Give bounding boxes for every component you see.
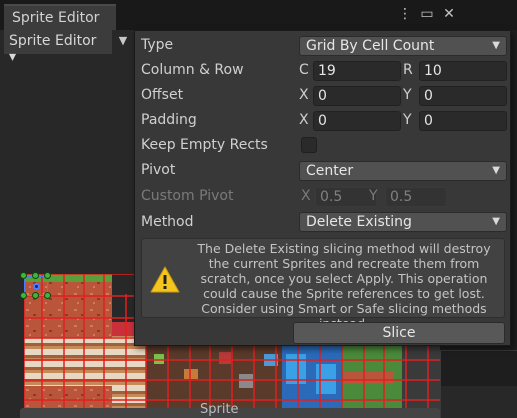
maximize-icon[interactable]: ▭ bbox=[419, 6, 435, 22]
warning-helpbox: The Delete Existing slicing method will … bbox=[141, 238, 505, 331]
pivot-label: Pivot bbox=[141, 162, 176, 178]
padding-x-field[interactable]: 0 bbox=[313, 111, 401, 131]
resize-handle[interactable] bbox=[44, 272, 51, 279]
padding-x-prefix: X bbox=[299, 112, 309, 128]
slice-button[interactable]: Slice bbox=[293, 322, 505, 344]
more-options-icon[interactable]: ⋮ bbox=[397, 6, 413, 22]
resize-handle[interactable] bbox=[32, 292, 39, 299]
resize-handle[interactable] bbox=[20, 272, 27, 279]
slice-settings-popup: Type Grid By Cell Count ▼ Column & Row C… bbox=[134, 30, 511, 346]
window-tabstrip: Sprite Editor ⋮ ▭ ✕ bbox=[0, 0, 517, 30]
custom-pivot-y-field: 0.5 bbox=[385, 187, 447, 207]
pivot-handle[interactable] bbox=[33, 283, 40, 290]
resize-handle[interactable] bbox=[32, 272, 39, 279]
type-row: Type Grid By Cell Count ▼ bbox=[141, 35, 507, 57]
custom-pivot-x-prefix: X bbox=[301, 188, 311, 204]
tab-sprite-editor[interactable]: Sprite Editor bbox=[4, 4, 116, 30]
pivot-row: Pivot Center ▼ bbox=[141, 160, 507, 182]
type-dropdown[interactable]: Grid By Cell Count ▼ bbox=[299, 36, 507, 56]
offset-y-prefix: Y bbox=[403, 87, 412, 103]
type-dropdown-value: Grid By Cell Count bbox=[306, 38, 435, 54]
chevron-down-icon: ▼ bbox=[492, 165, 500, 176]
keep-empty-rects-label: Keep Empty Rects bbox=[141, 137, 268, 153]
chevron-down-icon: ▼ bbox=[492, 216, 500, 227]
pivot-dropdown[interactable]: Center ▼ bbox=[299, 161, 507, 181]
method-row: Method Delete Existing ▼ bbox=[141, 212, 507, 234]
padding-y-prefix: Y bbox=[403, 112, 412, 128]
custom-pivot-x-field: 0.5 bbox=[315, 187, 377, 207]
column-prefix: C bbox=[299, 62, 309, 78]
sprite-inspector-tab[interactable]: Sprite bbox=[20, 402, 440, 418]
offset-label: Offset bbox=[141, 87, 184, 103]
pivot-dropdown-value: Center bbox=[306, 163, 354, 179]
offset-row: Offset X 0 Y 0 bbox=[141, 85, 507, 107]
offset-x-prefix: X bbox=[299, 87, 309, 103]
offset-y-field[interactable]: 0 bbox=[419, 86, 507, 106]
type-label: Type bbox=[141, 37, 174, 53]
close-icon[interactable]: ✕ bbox=[441, 6, 457, 22]
custom-pivot-y-prefix: Y bbox=[369, 188, 378, 204]
offset-x-field[interactable]: 0 bbox=[313, 86, 401, 106]
keep-empty-row: Keep Empty Rects bbox=[141, 135, 506, 157]
resize-handle[interactable] bbox=[20, 292, 27, 299]
method-dropdown[interactable]: Delete Existing ▼ bbox=[299, 212, 507, 232]
method-label: Method bbox=[141, 214, 194, 230]
column-count-field[interactable]: 19 bbox=[313, 61, 401, 81]
custom-pivot-label: Custom Pivot bbox=[141, 188, 234, 204]
divider bbox=[440, 350, 441, 418]
resize-handle[interactable] bbox=[44, 292, 51, 299]
row-count-field[interactable]: 10 bbox=[419, 61, 507, 81]
custom-pivot-row: Custom Pivot X 0.5 Y 0.5 bbox=[141, 186, 506, 208]
padding-row: Padding X 0 Y 0 bbox=[141, 110, 507, 132]
column-row-label: Column & Row bbox=[141, 62, 244, 78]
divider bbox=[440, 350, 517, 351]
warning-icon bbox=[150, 266, 180, 293]
row-prefix: R bbox=[403, 62, 413, 78]
column-row-row: Column & Row C 19 R 10 bbox=[141, 60, 507, 82]
chevron-down-icon: ▼ bbox=[492, 40, 500, 51]
padding-label: Padding bbox=[141, 112, 197, 128]
padding-y-field[interactable]: 0 bbox=[419, 111, 507, 131]
warning-text: The Delete Existing slicing method will … bbox=[197, 241, 491, 331]
chevron-down-icon[interactable]: ▼ bbox=[114, 30, 132, 52]
sprite-tab-label: Sprite bbox=[200, 402, 239, 417]
method-dropdown-value: Delete Existing bbox=[306, 214, 412, 230]
sprite-editor-mode-dropdown[interactable]: Sprite Editor ▾ bbox=[4, 30, 112, 65]
keep-empty-rects-checkbox[interactable] bbox=[301, 137, 317, 153]
